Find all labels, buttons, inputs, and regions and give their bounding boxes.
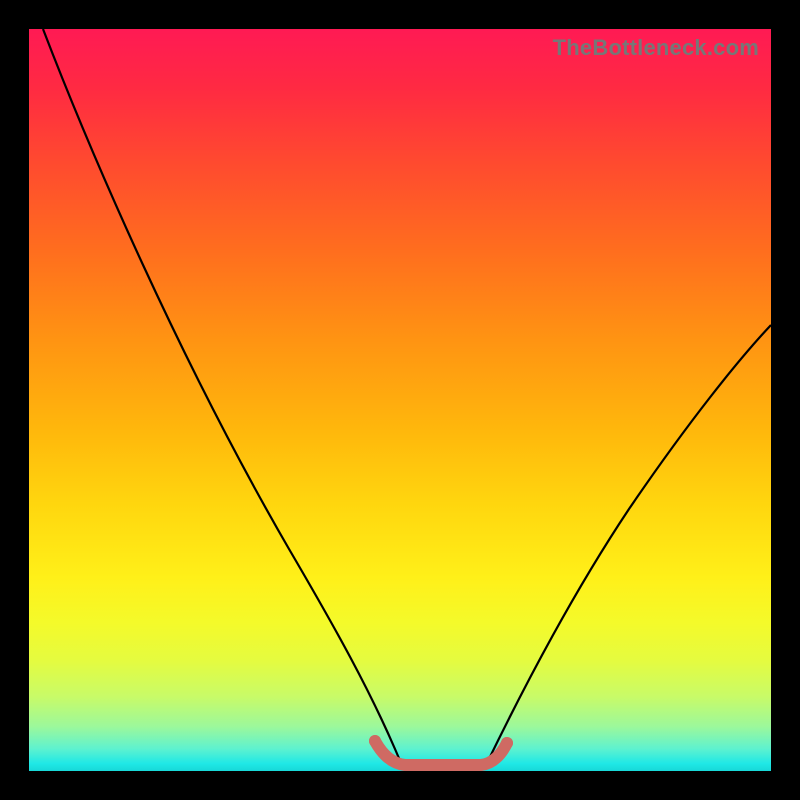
bottom-highlight [375,741,507,765]
plot-area: TheBottleneck.com [29,29,771,771]
chart-frame: TheBottleneck.com [0,0,800,800]
curve-layer [29,29,771,771]
highlight-cap-left [369,735,381,747]
highlight-cap-right [501,737,513,749]
left-curve [43,29,401,763]
right-curve [487,325,771,763]
